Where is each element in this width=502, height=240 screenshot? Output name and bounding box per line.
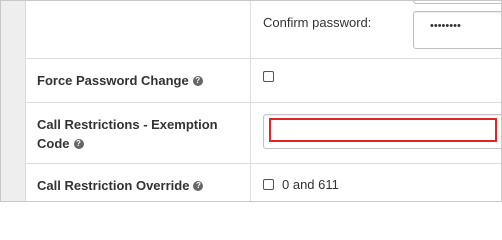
row-divider bbox=[25, 58, 501, 59]
password-field-edge[interactable] bbox=[413, 1, 501, 4]
override-0-and-611-checkbox[interactable] bbox=[263, 179, 274, 190]
force-password-change-text: Force Password Change bbox=[37, 73, 189, 88]
confirm-password-input[interactable]: •••••••• bbox=[413, 11, 501, 49]
confirm-password-value: •••••••• bbox=[430, 20, 461, 32]
column-divider bbox=[250, 1, 251, 201]
force-password-change-checkbox[interactable] bbox=[263, 71, 274, 82]
call-restriction-override-text: Call Restriction Override bbox=[37, 178, 190, 193]
row-divider bbox=[25, 102, 501, 103]
row-divider bbox=[25, 163, 501, 164]
left-margin-strip bbox=[1, 1, 26, 201]
exemption-code-label-line1: Call Restrictions - Exemption bbox=[37, 117, 218, 132]
help-icon[interactable]: ? bbox=[73, 138, 84, 149]
highlight-box bbox=[269, 118, 497, 142]
exemption-code-label-line2-wrap: Code? bbox=[37, 134, 218, 153]
help-icon[interactable]: ? bbox=[192, 75, 203, 86]
confirm-password-label: Confirm password: bbox=[263, 15, 372, 30]
settings-form: Confirm password: •••••••• Force Passwor… bbox=[0, 0, 502, 202]
force-password-change-label: Force Password Change? bbox=[37, 71, 203, 90]
exemption-code-label: Call Restrictions - Exemption Code? bbox=[37, 115, 218, 153]
call-restriction-override-label: Call Restriction Override? bbox=[37, 176, 204, 195]
help-icon[interactable]: ? bbox=[193, 180, 204, 191]
override-0-and-611-label: 0 and 611 bbox=[282, 177, 339, 192]
exemption-code-label-line2: Code bbox=[37, 136, 70, 151]
